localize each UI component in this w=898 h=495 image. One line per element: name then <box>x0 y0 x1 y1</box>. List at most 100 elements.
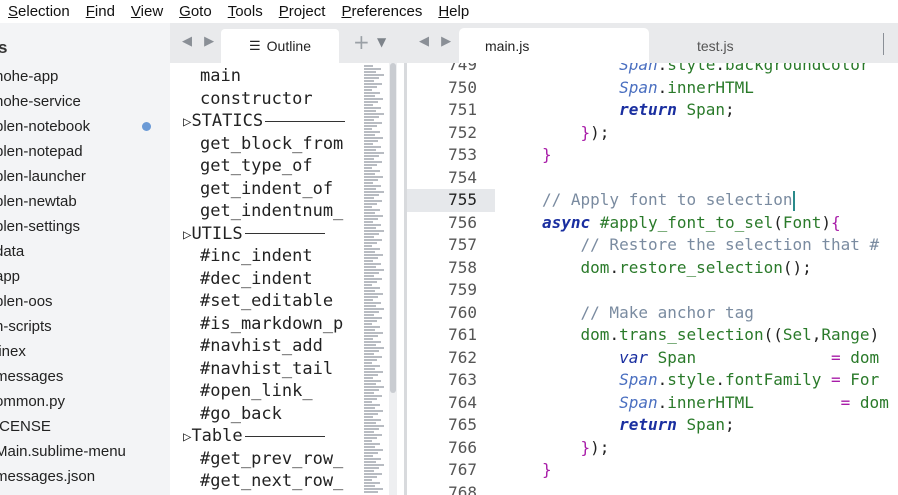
code-line[interactable]: } <box>542 144 552 167</box>
outline-item[interactable]: #go_back <box>200 403 362 426</box>
outline-item[interactable]: #navhist_tail <box>200 358 362 381</box>
outline-item[interactable]: constructor <box>200 88 362 111</box>
code-editor[interactable]: 749 750 751 752 753 754 755 756 757 758 759 760 761 7… <box>407 63 898 495</box>
code-line[interactable]: // Restore the selection that # <box>542 234 880 257</box>
menu-view[interactable]: View <box>123 3 171 20</box>
code-line[interactable]: dom.restore_selection(); <box>542 257 812 280</box>
sidebar-item[interactable]: nohe-service <box>0 89 170 114</box>
line-number: 765 <box>448 415 477 434</box>
sidebar-item[interactable]: messages.json <box>0 464 170 489</box>
minimap-line <box>364 140 378 142</box>
minimap-line <box>364 359 377 361</box>
tab-main-js[interactable]: main.js <box>459 28 649 63</box>
line-number: 749 <box>448 63 477 74</box>
outline-item[interactable]: get_indent_of <box>200 178 362 201</box>
minimap-line <box>364 197 374 199</box>
code-area[interactable]: Span.style.backgroundColor Span.innerHTM… <box>495 63 898 495</box>
code-line[interactable]: Span.style.backgroundColor <box>542 63 869 77</box>
code-line[interactable]: }); <box>542 122 610 145</box>
tab-outline[interactable]: ☰ Outline <box>221 29 339 63</box>
tab-menu-chevron-down-icon[interactable]: ▼ <box>377 35 386 49</box>
minimap-line <box>364 83 382 85</box>
outline-item[interactable]: #dec_indent <box>200 268 362 291</box>
sidebar-item[interactable]: h-scripts <box>0 314 170 339</box>
outline-item[interactable]: get_block_from <box>200 133 362 156</box>
sidebar-item[interactable]: messages <box>0 364 170 389</box>
sidebar-item[interactable]: blen-notebook <box>0 114 170 139</box>
outline-item[interactable]: #get_prev_row_ <box>200 448 362 471</box>
code-line[interactable]: dom.trans_selection((Sel,Range) <box>542 324 880 347</box>
minimap-line <box>364 71 376 73</box>
code-line[interactable]: }); <box>542 437 610 460</box>
outline-item[interactable]: get_type_of <box>200 155 362 178</box>
outline-item[interactable]: #inc_indent <box>200 245 362 268</box>
code-token: dom <box>580 325 610 344</box>
sidebar-item-label: linex <box>0 343 26 360</box>
section-rule <box>244 435 325 437</box>
sidebar-item[interactable]: Main.sublime-menu <box>0 439 170 464</box>
tab-test-js[interactable]: test.js <box>671 28 861 63</box>
sidebar-item[interactable]: blen-settings <box>0 214 170 239</box>
editor-nav-arrows-icon[interactable]: ◀ ▶ <box>419 34 455 49</box>
sidebar-item[interactable]: nohe-app <box>0 64 170 89</box>
line-number: 767 <box>448 460 477 479</box>
outline-section[interactable]: ▷UTILS <box>183 223 362 246</box>
minimap-line <box>364 278 382 280</box>
sidebar-item[interactable]: ICENSE <box>0 414 170 439</box>
minimap-line <box>364 242 377 244</box>
code-line[interactable]: Span.innerHTML = dom <box>542 392 889 415</box>
outline-item[interactable]: #is_markdown_p <box>200 313 362 336</box>
minimap-line <box>364 461 376 463</box>
menu-selection[interactable]: Selection <box>0 3 78 20</box>
sidebar-item[interactable]: blen-notepad <box>0 139 170 164</box>
sidebar-item[interactable]: blen-newtab <box>0 189 170 214</box>
outline-minimap[interactable] <box>362 63 386 495</box>
code-line[interactable]: Span.innerHTML <box>542 77 754 100</box>
minimap-line <box>364 482 380 484</box>
outline-scrollbar[interactable] <box>389 63 397 495</box>
sidebar-item[interactable]: data <box>0 239 170 264</box>
minimap-line <box>364 119 374 121</box>
minimap-line <box>364 356 382 358</box>
outline-section[interactable]: ▷Table <box>183 425 362 448</box>
code-line[interactable]: return Span; <box>542 414 735 437</box>
menu-help[interactable]: Help <box>430 3 477 20</box>
tab-outline-label: Outline <box>266 38 311 54</box>
menu-project[interactable]: Project <box>271 3 334 20</box>
menu-preferences[interactable]: Preferences <box>333 3 430 20</box>
outline-item[interactable]: #get_next_row_ <box>200 470 362 493</box>
outline-nav-arrows-icon[interactable]: ◀ ▶ <box>182 34 218 49</box>
outline-item[interactable]: #navhist_add <box>200 335 362 358</box>
minimap-line <box>364 236 374 238</box>
minimap-line <box>364 68 381 70</box>
code-line[interactable]: return Span; <box>542 99 735 122</box>
code-token: ) <box>869 325 880 344</box>
sidebar-item[interactable]: ommon.py <box>0 389 170 414</box>
code-line[interactable]: } <box>542 459 552 482</box>
code-line[interactable]: var Span = dom <box>542 347 879 370</box>
outline-item[interactable]: #set_editable <box>200 290 362 313</box>
menu-goto[interactable]: Goto <box>171 3 220 20</box>
new-tab-plus-icon[interactable]: + <box>353 30 370 54</box>
outline-item[interactable]: main <box>200 65 362 88</box>
menu-find[interactable]: Find <box>78 3 123 20</box>
sidebar-item-label: blen-notepad <box>0 143 83 160</box>
sidebar-item[interactable]: blen-launcher <box>0 164 170 189</box>
minimap-line <box>364 389 379 391</box>
code-line[interactable]: // Make anchor tag <box>542 302 754 325</box>
menu-tools[interactable]: Tools <box>220 3 271 20</box>
outline-item[interactable]: get_indentnum_ <box>200 200 362 223</box>
outline-scrollbar-thumb[interactable] <box>390 63 396 393</box>
sidebar-item[interactable]: blen-oos <box>0 289 170 314</box>
sidebar-item[interactable]: linex <box>0 339 170 364</box>
code-line[interactable]: Span.style.fontFamily = For <box>542 369 879 392</box>
outline-item[interactable]: #open_link_ <box>200 380 362 403</box>
minimap-line <box>364 449 383 451</box>
code-line[interactable]: // Apply font to selection <box>542 189 796 212</box>
outline-section[interactable]: ▷STATICS <box>183 110 362 133</box>
code-line[interactable]: async #apply_font_to_sel(Font){ <box>542 212 841 235</box>
sidebar-item[interactable]: app <box>0 264 170 289</box>
outline-item-label: #open_link_ <box>200 381 313 401</box>
